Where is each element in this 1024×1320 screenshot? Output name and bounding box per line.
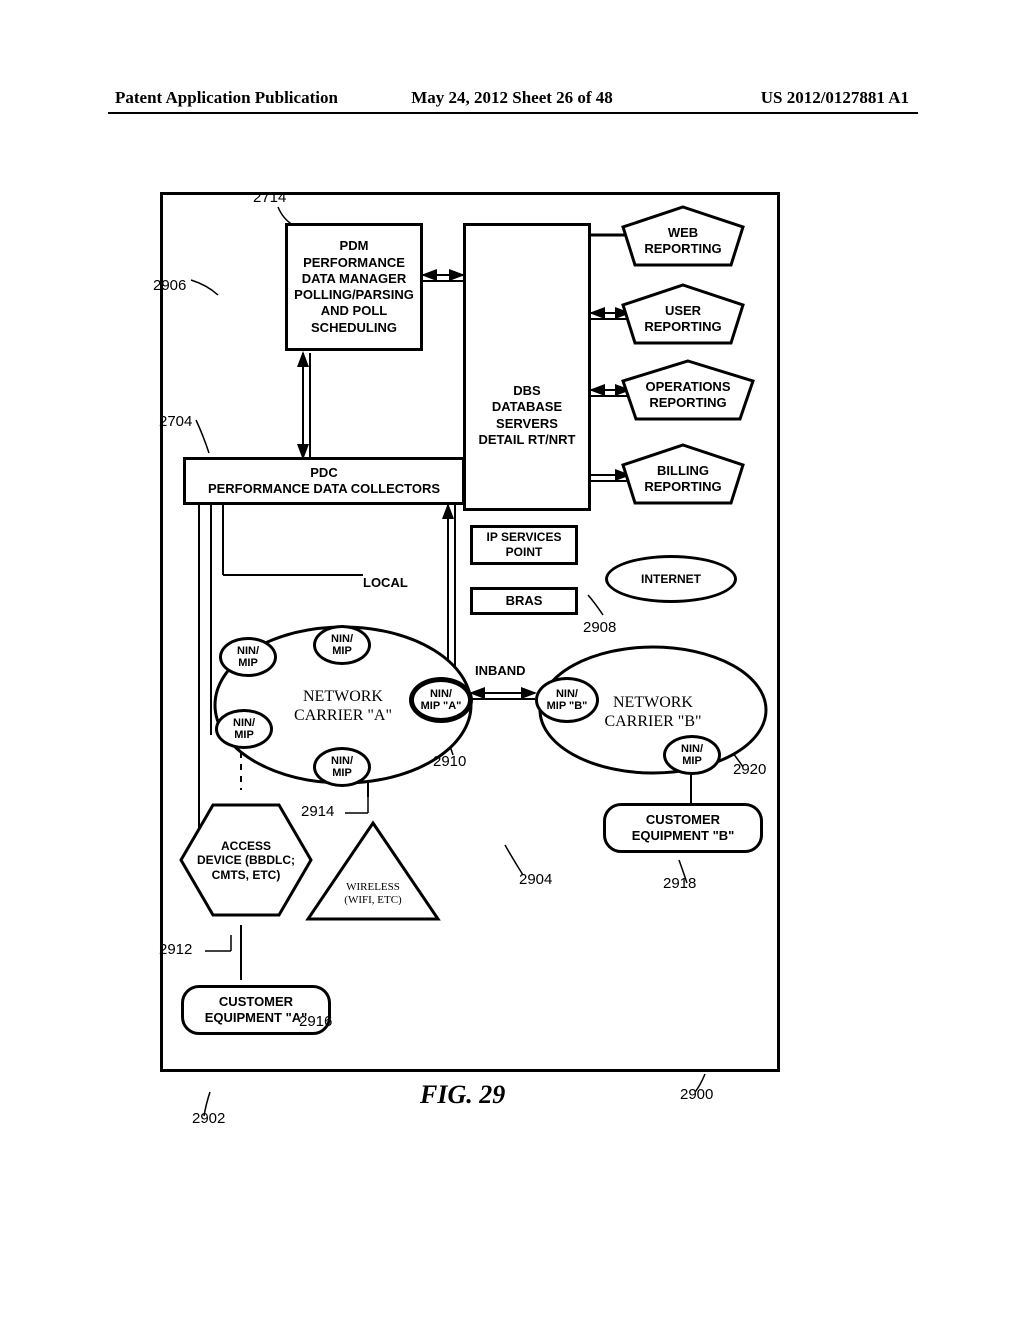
header-publication: Patent Application Publication [115,88,380,108]
customer-equipment-a-label: CUSTOMEREQUIPMENT "A" [205,994,308,1027]
page-header: Patent Application Publication May 24, 2… [0,88,1024,108]
web-reporting-label: WEBREPORTING [623,225,743,256]
wireless-label: WIRELESS(WIFI, ETC) [308,881,438,907]
web-reporting-block: WEBREPORTING [623,207,743,265]
ref-2714: 2714 [253,189,286,206]
access-device-block: ACCESSDEVICE (BBDLC;CMTS, ETC) [181,805,311,915]
ops-reporting-label: OPERATIONSREPORTING [623,379,753,410]
local-label: LOCAL [363,575,408,590]
billing-reporting-label: BILLINGREPORTING [623,463,743,494]
nin-mip-a-node: NIN/MIP "A" [409,677,473,723]
nin-mip-node-3: NIN/MIP [215,709,273,749]
ref-2918: 2918 [663,875,696,892]
nin-mip-label-1: NIN/MIP [237,645,259,669]
ref-2916: 2916 [299,1013,332,1030]
nin-mip-node-2: NIN/MIP [313,625,371,665]
customer-equipment-b-block: CUSTOMEREQUIPMENT "B" [603,803,763,853]
ref-2914: 2914 [301,803,334,820]
bras-label: BRAS [506,593,543,609]
nin-mip-label-3: NIN/MIP [233,717,255,741]
inband-label: INBAND [475,663,526,678]
billing-reporting-block: BILLINGREPORTING [623,445,743,503]
ref-2900: 2900 [680,1086,713,1103]
nin-mip-label-4: NIN/MIP [331,755,353,779]
customer-equipment-b-label: CUSTOMEREQUIPMENT "B" [632,812,735,845]
nin-mip-b-label: NIN/MIP "B" [547,688,588,712]
nin-mip-label-b1: NIN/MIP [681,743,703,767]
nin-mip-b-node: NIN/MIP "B" [535,677,599,723]
pdc-block: PDCPERFORMANCE DATA COLLECTORS [183,457,465,505]
header-patent-number: US 2012/0127881 A1 [644,88,909,108]
pdc-label: PDCPERFORMANCE DATA COLLECTORS [208,465,440,498]
figure-canvas: PDMPERFORMANCEDATA MANAGERPOLLING/PARSIN… [160,192,780,1072]
access-device-label: ACCESSDEVICE (BBDLC;CMTS, ETC) [181,839,311,882]
pdm-block: PDMPERFORMANCEDATA MANAGERPOLLING/PARSIN… [285,223,423,351]
dbs-label: DBSDATABASESERVERSDETAIL RT/NRT [478,383,575,448]
ref-2912: 2912 [159,941,192,958]
internet-label: INTERNET [641,572,701,586]
nin-mip-node-1: NIN/MIP [219,637,277,677]
ref-2902: 2902 [192,1110,225,1127]
header-rule [108,112,918,114]
ip-services-block: IP SERVICESPOINT [470,525,578,565]
pdm-label: PDMPERFORMANCEDATA MANAGERPOLLING/PARSIN… [294,238,414,336]
ref-2920: 2920 [733,761,766,778]
dbs-block: DBSDATABASESERVERSDETAIL RT/NRT [463,223,591,511]
ref-2704: 2704 [159,413,192,430]
figure-caption: FIG. 29 [420,1080,505,1110]
user-reporting-label: USERREPORTING [623,303,743,334]
internet-cloud: INTERNET [605,555,737,603]
nin-mip-node-b1: NIN/MIP [663,735,721,775]
nin-mip-label-2: NIN/MIP [331,633,353,657]
ref-2910: 2910 [433,753,466,770]
ref-2906: 2906 [153,277,186,294]
user-reporting-block: USERREPORTING [623,285,743,343]
ref-2904: 2904 [519,871,552,888]
nin-mip-node-4: NIN/MIP [313,747,371,787]
wireless-block: WIRELESS(WIFI, ETC) [308,823,438,919]
header-sheet-info: May 24, 2012 Sheet 26 of 48 [380,88,645,108]
ref-2908: 2908 [583,619,616,636]
bras-block: BRAS [470,587,578,615]
nin-mip-a-label: NIN/MIP "A" [421,688,462,712]
ops-reporting-block: OPERATIONSREPORTING [623,361,753,419]
ip-services-label: IP SERVICESPOINT [487,530,562,560]
